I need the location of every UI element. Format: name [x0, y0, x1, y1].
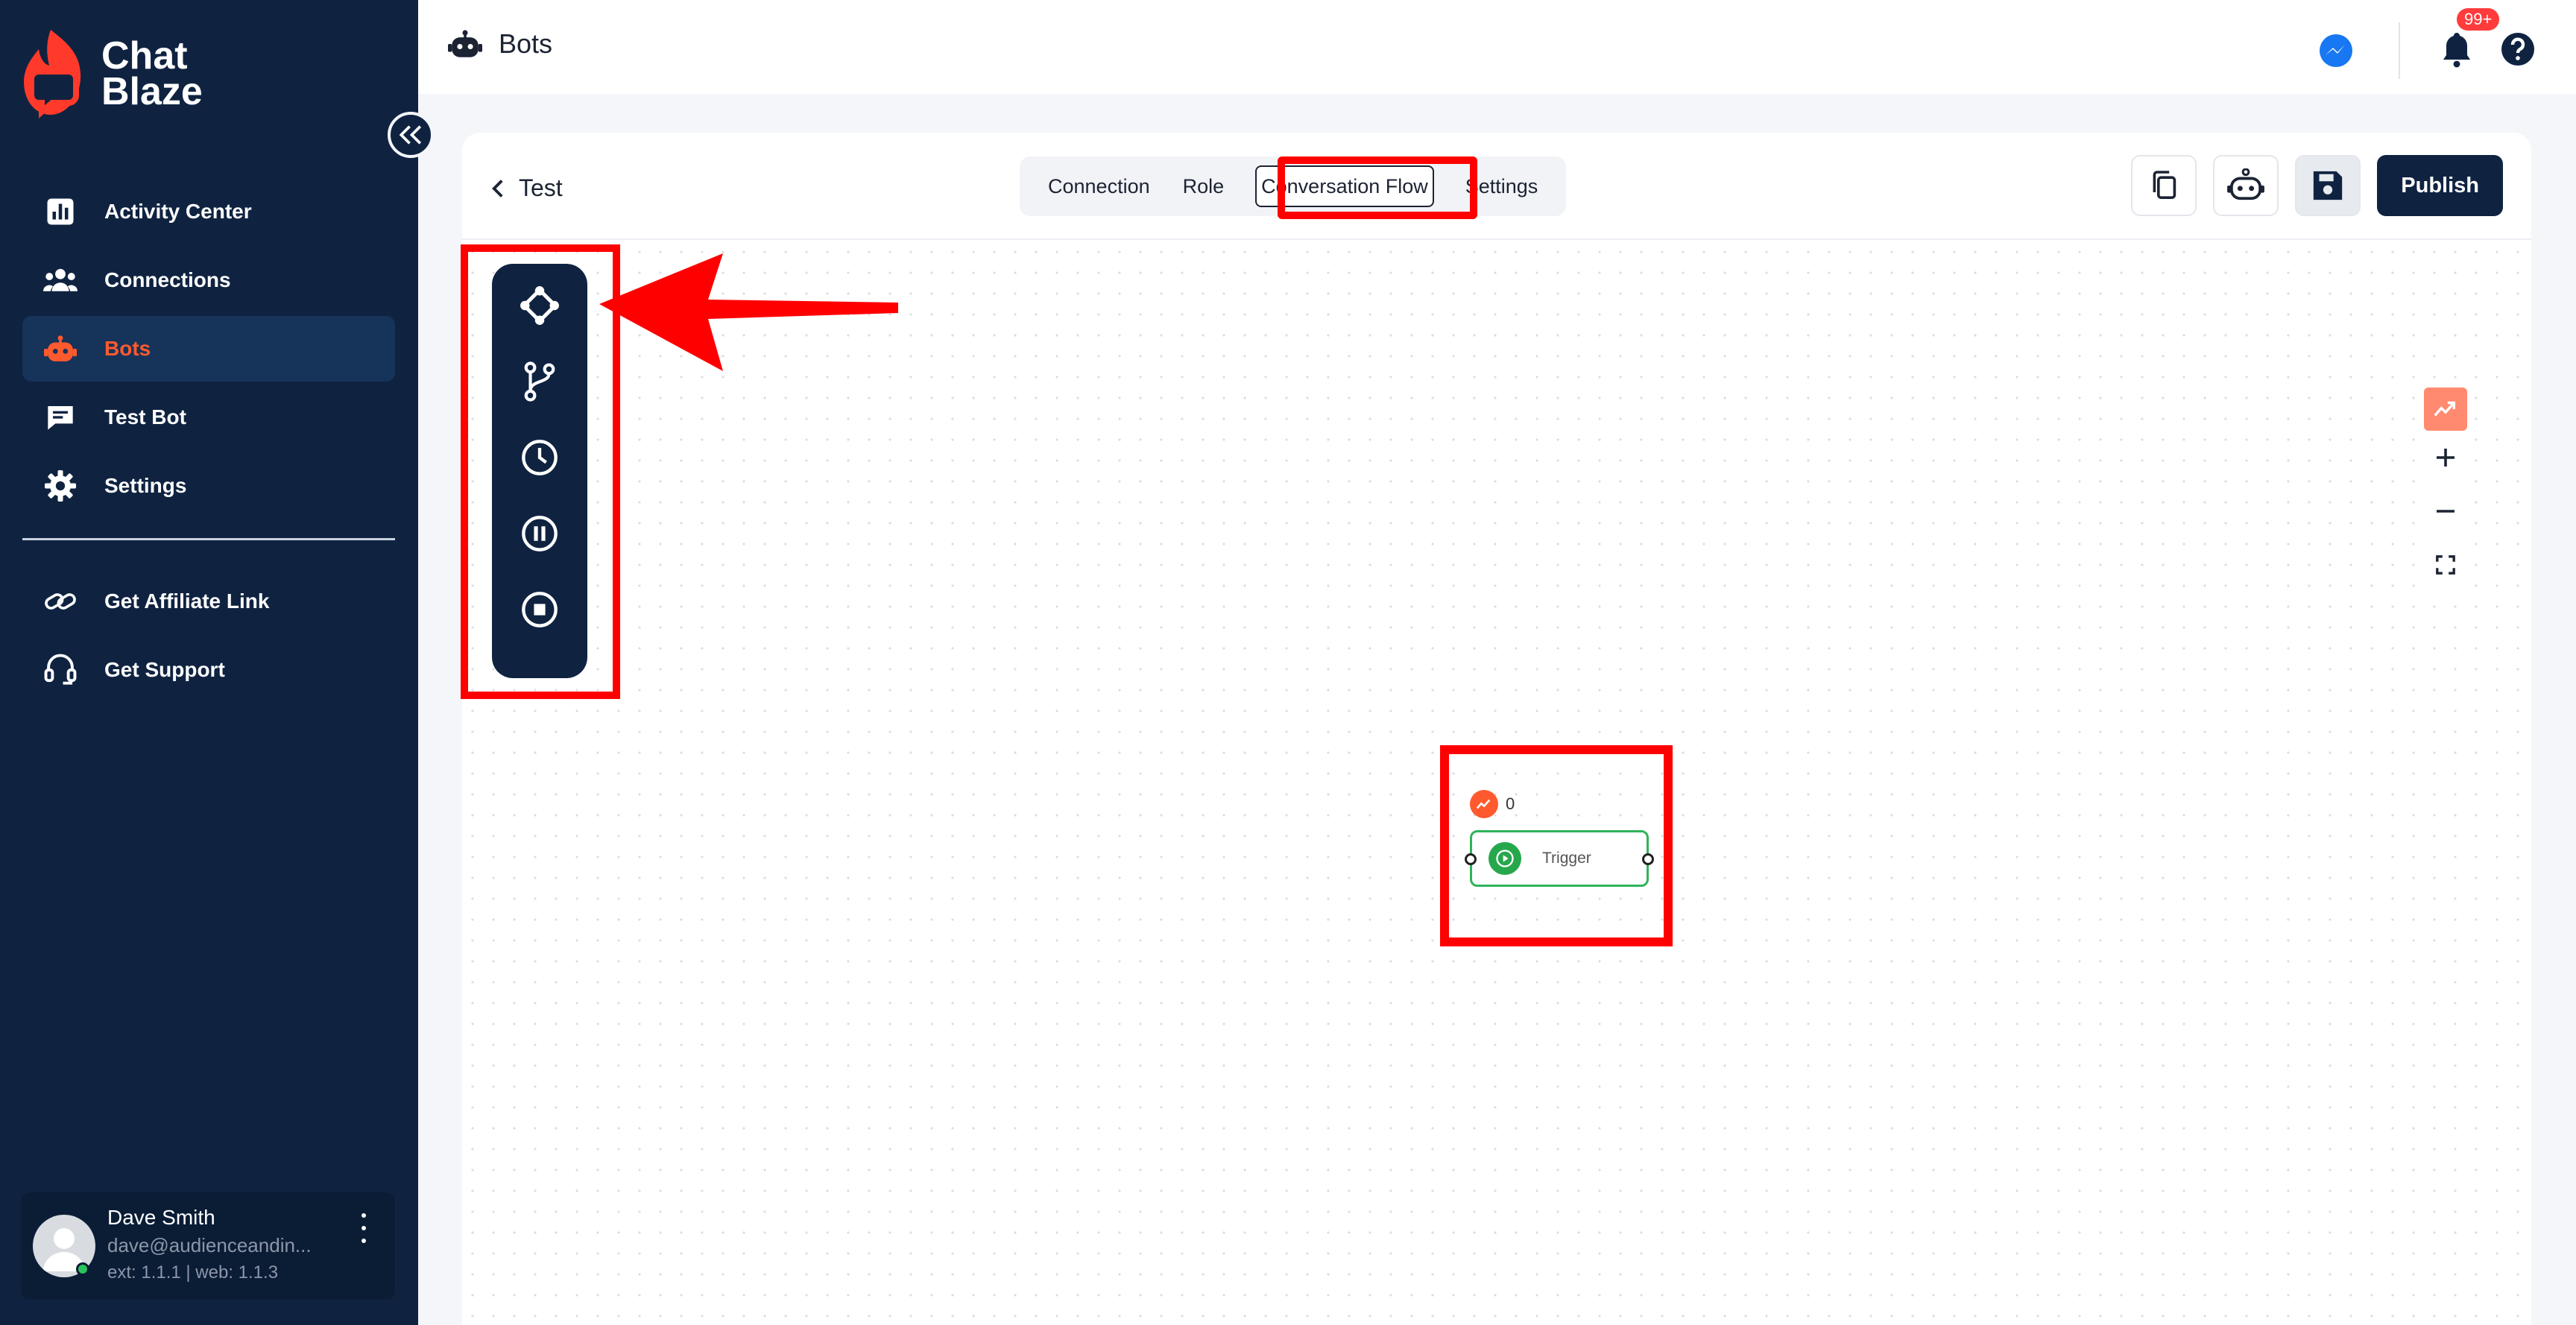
help-icon: [2501, 32, 2534, 66]
sidebar-item-affiliate-link[interactable]: Get Affiliate Link: [22, 569, 395, 634]
bell-icon: [2443, 32, 2470, 67]
online-status-dot: [76, 1262, 89, 1276]
sidebar-item-label: Connections: [104, 268, 231, 291]
plus-icon: [2437, 449, 2455, 467]
node-count: 0: [1506, 794, 1515, 813]
trend-icon: [2434, 401, 2456, 417]
annotation-arrow: [599, 253, 898, 371]
more-vertical-icon[interactable]: [359, 1213, 368, 1243]
robot-icon: [2227, 168, 2265, 200]
zoom-controls: [2424, 388, 2467, 592]
bar-chart-icon: [43, 195, 78, 229]
fullscreen-icon: [2436, 555, 2455, 575]
sidebar: Chat Blaze Activity Center Connections B…: [0, 0, 418, 1325]
users-icon: [43, 263, 78, 297]
robot-icon: [43, 332, 78, 366]
save-button[interactable]: [2295, 155, 2361, 216]
editor-actions: Publish: [2131, 155, 2503, 216]
output-port[interactable]: [1642, 853, 1654, 865]
collapse-sidebar-button[interactable]: [388, 112, 434, 158]
gear-icon: [43, 469, 78, 503]
user-email: dave@audienceandin...: [107, 1234, 312, 1256]
header-divider: [2399, 22, 2400, 79]
notification-badge: 99+: [2457, 7, 2500, 31]
notifications-button[interactable]: 99+: [2440, 7, 2500, 72]
sidebar-item-label: Test Bot: [104, 405, 186, 429]
brand-name: Chat Blaze: [101, 34, 203, 113]
minimap-toggle[interactable]: [2424, 388, 2467, 431]
logo[interactable]: Chat Blaze: [21, 27, 203, 121]
copy-icon: [2153, 171, 2176, 199]
flow-canvas[interactable]: 0 Trigger: [461, 241, 2531, 1325]
editor-header: Test Connection Role Conversation Flow S…: [462, 133, 2531, 240]
back-button[interactable]: Test: [489, 174, 563, 202]
sidebar-item-settings[interactable]: Settings: [22, 453, 395, 519]
sidebar-divider: [22, 538, 395, 540]
fit-view-button[interactable]: [2424, 538, 2467, 592]
flame-logo-icon: [24, 30, 81, 118]
page-title: Bots: [499, 28, 553, 59]
sidebar-item-test-bot[interactable]: Test Bot: [22, 385, 395, 450]
sidebar-nav: Activity Center Connections Bots Test Bo…: [22, 179, 395, 706]
publish-button[interactable]: Publish: [2377, 155, 2503, 216]
annotation-highlight-tab: [1278, 156, 1477, 219]
sidebar-item-label: Activity Center: [104, 200, 252, 223]
version-info: ext: 1.1.1 | web: 1.1.3: [107, 1262, 279, 1283]
sidebar-item-label: Settings: [104, 474, 187, 497]
help-button[interactable]: [2500, 31, 2536, 71]
sidebar-item-label: Get Support: [104, 658, 225, 681]
page-heading: Bots: [448, 28, 552, 60]
bot-editor-card: Test Connection Role Conversation Flow S…: [461, 133, 2531, 1325]
tab-role[interactable]: Role: [1167, 165, 1241, 207]
chat-icon: [43, 400, 78, 434]
user-name: Dave Smith: [107, 1206, 215, 1229]
sidebar-item-label: Get Affiliate Link: [104, 589, 270, 613]
play-icon: [1489, 842, 1521, 875]
bot-name: Test: [519, 174, 563, 201]
top-bar: Bots 99+: [418, 0, 2576, 94]
sidebar-item-bots[interactable]: Bots: [22, 316, 395, 382]
messenger-icon: [2320, 34, 2352, 67]
minus-icon: [2437, 510, 2455, 513]
user-card[interactable]: Dave Smith dave@audienceandin... ext: 1.…: [21, 1192, 395, 1300]
messenger-button[interactable]: [2318, 33, 2354, 69]
link-icon: [43, 584, 78, 619]
duplicate-button[interactable]: [2131, 155, 2197, 216]
trend-icon: [1470, 790, 1498, 818]
trigger-node[interactable]: Trigger: [1465, 830, 1654, 887]
header-actions: 99+: [2318, 7, 2536, 79]
robot-icon: [448, 30, 482, 57]
zoom-out-button[interactable]: [2424, 484, 2467, 538]
sidebar-item-label: Bots: [104, 337, 151, 360]
floppy-disk-icon: [2314, 171, 2343, 200]
test-bot-button[interactable]: [2213, 155, 2279, 216]
sidebar-item-support[interactable]: Get Support: [22, 637, 395, 703]
sidebar-item-connections[interactable]: Connections: [22, 247, 395, 313]
input-port[interactable]: [1465, 853, 1477, 865]
double-chevron-left-icon: [399, 125, 422, 145]
tab-connection[interactable]: Connection: [1032, 165, 1167, 207]
chevron-left-icon: [492, 179, 503, 197]
sidebar-item-activity-center[interactable]: Activity Center: [22, 179, 395, 244]
headset-icon: [43, 653, 78, 687]
zoom-in-button[interactable]: [2424, 431, 2467, 484]
node-stats: 0: [1470, 790, 1515, 818]
trigger-label: Trigger: [1542, 850, 1591, 867]
